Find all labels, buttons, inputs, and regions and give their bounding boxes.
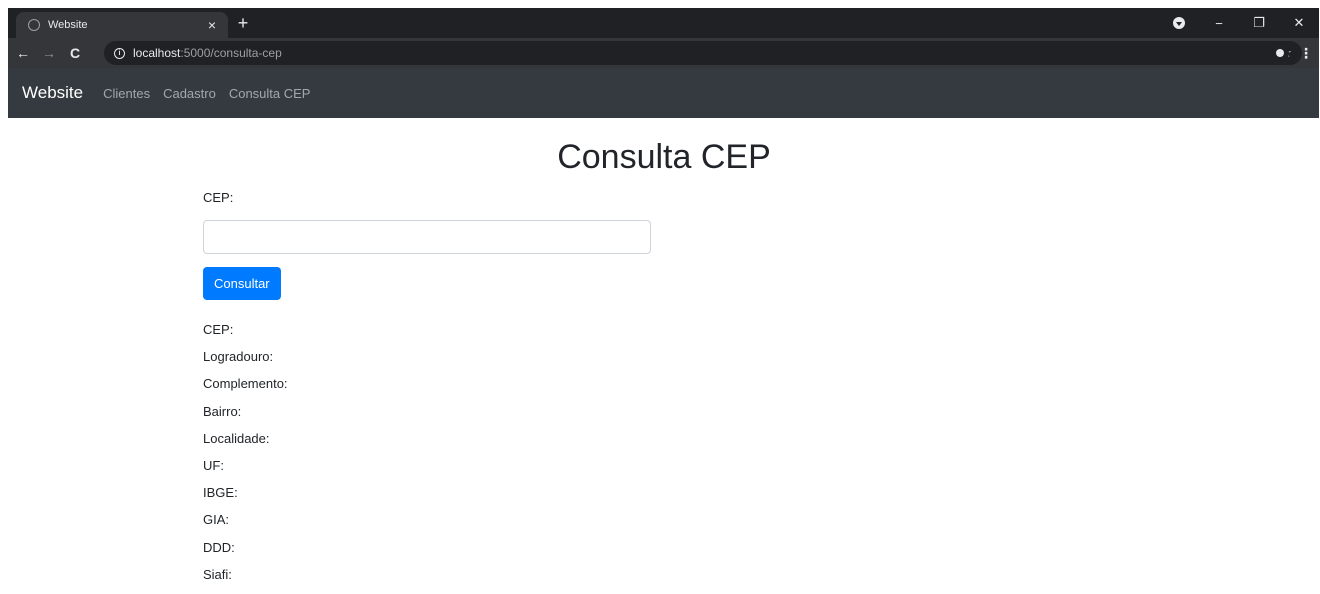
browser-tab[interactable]: Website × <box>16 12 228 38</box>
globe-icon <box>28 19 40 31</box>
restore-button[interactable]: ❐ <box>1239 8 1279 38</box>
address-host: localhost <box>133 46 181 60</box>
result-siafi: Siafi: <box>203 566 232 582</box>
close-window-button[interactable]: ✕ <box>1279 8 1319 38</box>
result-logradouro: Logradouro: <box>203 349 274 365</box>
forward-button[interactable]: → <box>38 42 60 64</box>
tab-strip: Website × + − ❐ ✕ <box>8 8 1319 38</box>
toolbar-right: ⋮ <box>1271 41 1313 65</box>
navbar-brand[interactable]: Website <box>22 83 83 103</box>
close-tab-icon[interactable]: × <box>204 17 220 33</box>
address-path: :5000/consulta-cep <box>180 46 282 60</box>
address-bar[interactable]: i localhost :5000/consulta-cep ☆ <box>104 41 1302 65</box>
cep-form: CEP: Consultar CEP: Logradouro: Compleme… <box>203 190 653 594</box>
avatar[interactable] <box>1271 44 1289 62</box>
minimize-button[interactable]: − <box>1199 8 1239 38</box>
result-uf: UF: <box>203 457 224 473</box>
new-tab-button[interactable]: + <box>233 12 253 34</box>
back-button[interactable]: ← <box>12 42 34 64</box>
page-title: Consulta CEP <box>557 138 771 176</box>
info-icon[interactable]: i <box>114 47 125 59</box>
tab-title: Website <box>48 19 88 31</box>
app-navbar: Website Clientes Cadastro Consulta CEP <box>8 68 1319 118</box>
browser-toolbar: ← → C i localhost :5000/consulta-cep ☆ ⋮ <box>8 38 1319 68</box>
result-gia: GIA: <box>203 512 230 528</box>
result-ibge: IBGE: <box>203 485 238 501</box>
result-localidade: Localidade: <box>203 430 270 446</box>
chevron-down-icon <box>1173 17 1185 29</box>
cep-label: CEP: <box>203 190 234 205</box>
cep-input[interactable] <box>203 220 651 254</box>
nav-link-cadastro[interactable]: Cadastro <box>163 86 216 101</box>
result-cep: CEP: <box>203 322 234 337</box>
result-bairro: Bairro: <box>203 403 242 419</box>
nav-link-clientes[interactable]: Clientes <box>103 86 150 101</box>
consultar-button[interactable]: Consultar <box>203 267 281 300</box>
browser-window: Website × + − ❐ ✕ ← → C i localhost :500… <box>8 8 1319 118</box>
result-complemento: Complemento: <box>203 376 288 392</box>
result-list: CEP: Logradouro: Complemento: Bairro: Lo… <box>203 322 653 594</box>
result-ddd: DDD: <box>203 539 235 555</box>
window-controls: − ❐ ✕ <box>1159 8 1319 38</box>
reload-button[interactable]: C <box>64 42 86 64</box>
nav-link-consulta-cep[interactable]: Consulta CEP <box>229 86 311 101</box>
menu-button[interactable]: ⋮ <box>1299 45 1313 62</box>
person-icon <box>1276 49 1284 57</box>
profile-menu-button[interactable] <box>1159 8 1199 38</box>
